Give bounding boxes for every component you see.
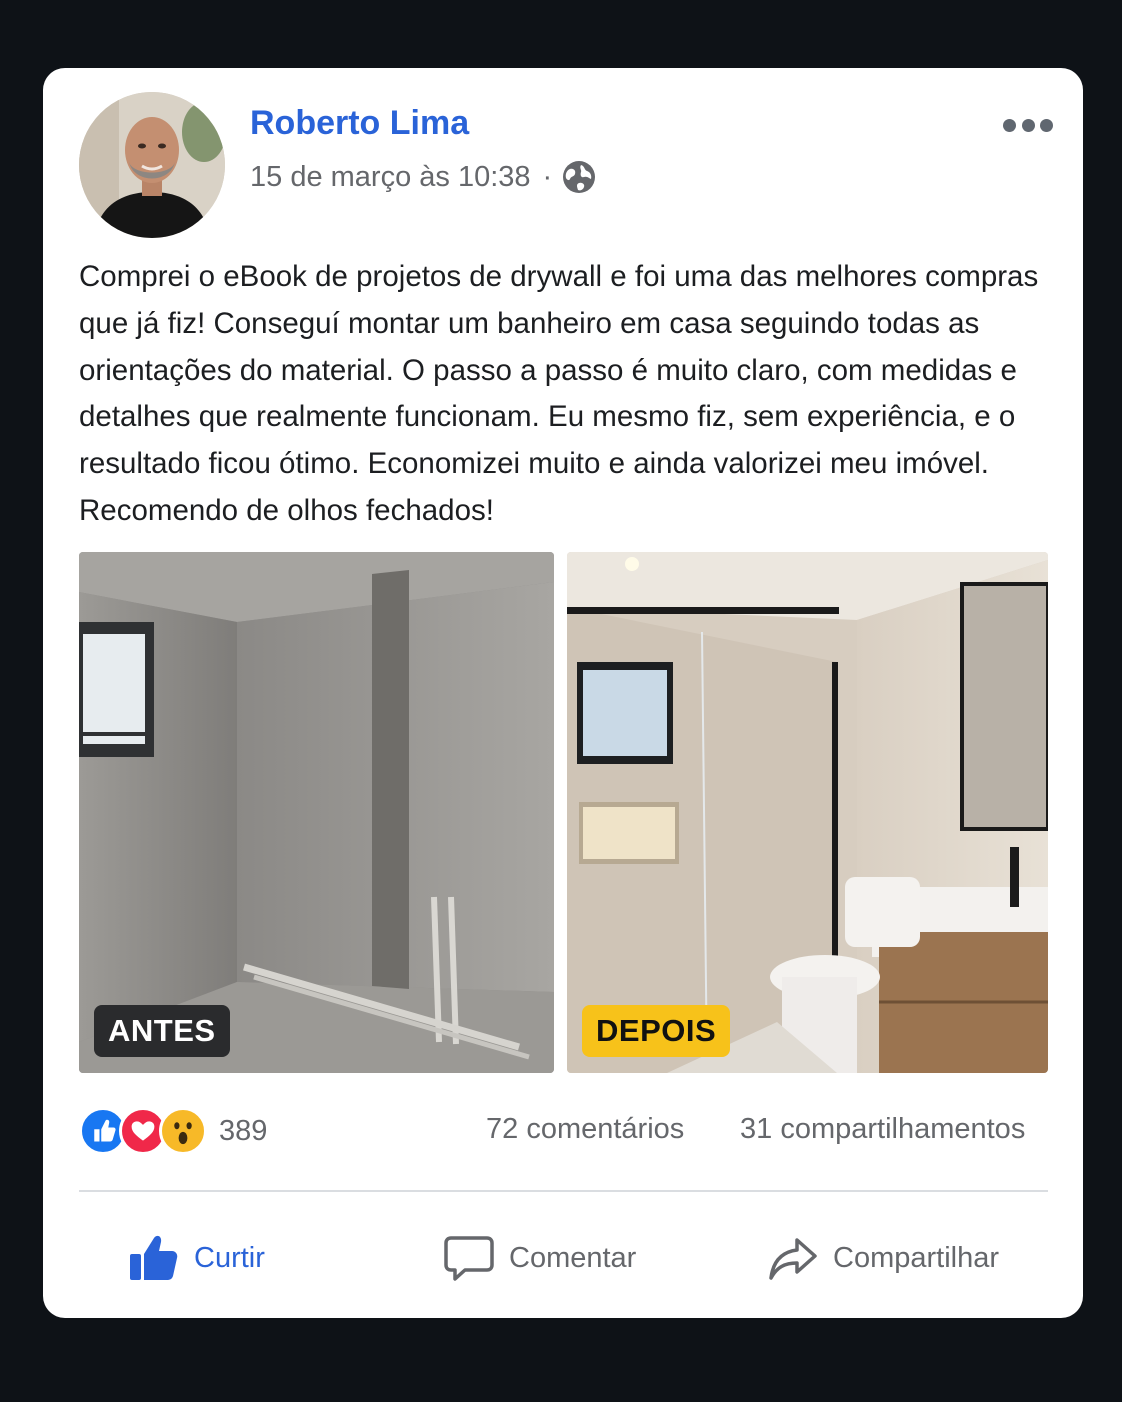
share-icon	[769, 1238, 817, 1280]
avatar[interactable]	[79, 92, 225, 238]
after-label: DEPOIS	[582, 1005, 731, 1057]
globe-icon[interactable]	[562, 160, 596, 194]
reactions-summary[interactable]: 389	[79, 1106, 267, 1156]
divider	[79, 1190, 1048, 1192]
post-text: Comprei o eBook de projetos de drywall e…	[79, 260, 1039, 527]
wow-icon	[159, 1107, 207, 1155]
post-meta: 15 de março às 10:38 ·	[250, 160, 596, 194]
like-button[interactable]: Curtir	[128, 1228, 265, 1288]
comment-icon	[444, 1236, 494, 1281]
reactions-count: 389	[219, 1114, 268, 1147]
comment-label: Comentar	[509, 1241, 637, 1274]
shares-count[interactable]: 31 compartilhamentos	[740, 1113, 1025, 1146]
before-label: ANTES	[94, 1005, 230, 1057]
like-label: Curtir	[194, 1241, 265, 1274]
comments-count[interactable]: 72 comentários	[486, 1113, 684, 1146]
post-timestamp[interactable]: 15 de março às 10:38	[250, 161, 531, 194]
more-options-icon[interactable]	[1003, 112, 1053, 138]
before-photo[interactable]: ANTES	[79, 552, 554, 1073]
thumbs-up-icon	[130, 1235, 178, 1280]
meta-separator: ·	[542, 160, 553, 193]
share-button[interactable]: Compartilhar	[767, 1228, 999, 1288]
author-name[interactable]: Roberto Lima	[250, 104, 469, 143]
share-label: Compartilhar	[833, 1241, 999, 1274]
after-photo[interactable]: DEPOIS	[567, 552, 1048, 1073]
post-card: Roberto Lima 15 de março às 10:38 · Comp…	[43, 68, 1083, 1318]
comment-button[interactable]: Comentar	[443, 1228, 636, 1288]
